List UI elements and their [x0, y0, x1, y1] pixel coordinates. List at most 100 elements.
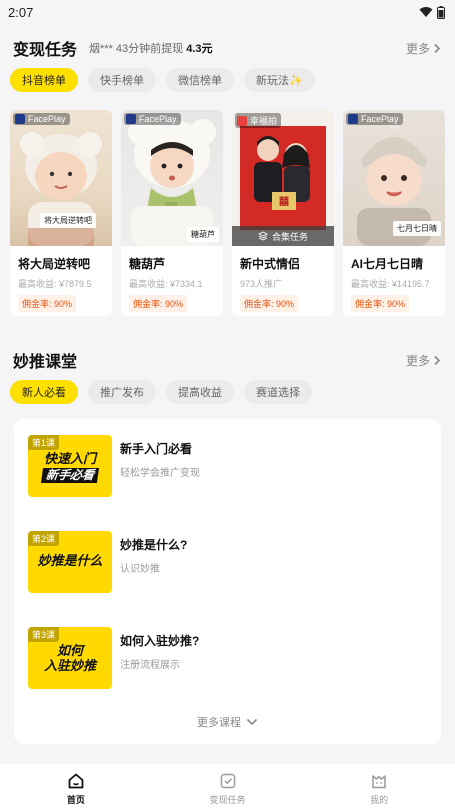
brand-badge: FacePlay	[346, 113, 403, 125]
lesson-thumbnail: 第3课 如何 入驻妙推	[28, 627, 112, 689]
nav-tasks[interactable]: 变现任务	[152, 764, 304, 810]
card-title: 糖葫芦	[129, 257, 166, 271]
lesson-title: 新手入门必看	[120, 442, 193, 456]
wifi-icon	[419, 7, 433, 17]
brand-label: FacePlay	[361, 114, 399, 124]
chevron-down-icon	[246, 718, 258, 726]
tasks-more-label: 更多	[405, 41, 430, 56]
tab-wechat[interactable]: 微信榜单	[166, 68, 234, 92]
collection-task-bar: 合集任务	[232, 226, 334, 246]
card-image: 囍 幸福拍 合集任务	[232, 110, 334, 246]
lesson-item[interactable]: 第2课 妙推是什么 妙推是什么? 认识妙推	[14, 531, 441, 627]
tab-newcomer[interactable]: 新人必看	[10, 380, 78, 404]
card-image: FacePlay 糖葫芦	[121, 110, 223, 246]
brand-label: FacePlay	[28, 114, 66, 124]
lesson-title: 妙推是什么?	[120, 538, 188, 552]
nav-home[interactable]: 首页	[0, 764, 152, 810]
status-bar: 2:07	[0, 0, 455, 24]
svg-text:囍: 囍	[279, 195, 289, 208]
thumbnail-main: 如何	[56, 643, 83, 658]
card-max-earnings: 最高收益: ¥7334.1	[129, 279, 203, 289]
baby-illustration	[128, 119, 216, 246]
thumbnail-text: 如何 入驻妙推	[28, 643, 112, 673]
nav-profile-label: 我的	[370, 795, 389, 805]
image-caption: 七月七日晴	[393, 221, 441, 236]
classroom-header: 妙推课堂 更多	[0, 350, 455, 371]
classroom-more-link[interactable]: 更多	[406, 352, 441, 369]
thumbnail-main: 快速入门	[43, 451, 96, 466]
tasks-title: 变现任务	[13, 42, 78, 59]
thumbnail-main: 妙推是什么	[37, 553, 103, 568]
thumbnail-text: 快速入门 新手必看	[28, 451, 112, 483]
battery-icon	[437, 5, 445, 19]
tab-publish[interactable]: 推广发布	[88, 380, 156, 404]
tasks-more-link[interactable]: 更多	[406, 40, 441, 57]
image-caption: 将大局逆转吧	[40, 213, 96, 228]
home-icon	[68, 773, 84, 789]
task-card[interactable]: FacePlay 七月七日晴 AI七月七日晴 最高收益: ¥14195.7 佣金…	[343, 110, 445, 316]
lesson-title: 如何入驻妙推?	[120, 634, 200, 648]
lesson-thumbnail: 第2课 妙推是什么	[28, 531, 112, 593]
task-card[interactable]: 囍 幸福拍 合集任务 新中式情侣 973人推广 佣金率: 90%	[232, 110, 334, 316]
nav-profile[interactable]: 我的	[303, 764, 455, 810]
bottom-nav: 首页 变现任务 我的	[0, 764, 455, 810]
lesson-thumbnail: 第1课 快速入门 新手必看	[28, 435, 112, 497]
lesson-item[interactable]: 第3课 如何 入驻妙推 如何入驻妙推? 注册流程展示	[14, 627, 441, 723]
chevron-right-icon	[434, 43, 441, 53]
brand-badge: FacePlay	[124, 113, 181, 125]
card-image: FacePlay 七月七日晴	[343, 110, 445, 246]
status-time: 2:07	[8, 4, 34, 20]
withdraw-amount: 4.3元	[186, 43, 213, 55]
lesson-desc: 注册流程展示	[120, 660, 180, 671]
brand-label: 幸福拍	[250, 116, 278, 126]
more-courses-button[interactable]: 更多课程	[14, 714, 441, 730]
lesson-number: 第2课	[28, 531, 60, 546]
nav-home-label: 首页	[66, 795, 85, 805]
lesson-item[interactable]: 第1课 快速入门 新手必看 新手入门必看 轻松学会推广变现	[14, 435, 441, 531]
more-courses-label: 更多课程	[197, 717, 241, 729]
faceplay-logo-icon	[15, 114, 25, 124]
image-caption: 糖葫芦	[187, 227, 219, 242]
card-title: 新中式情侣	[240, 257, 301, 271]
tab-track[interactable]: 赛道选择	[244, 380, 312, 404]
layers-icon	[257, 231, 268, 241]
nav-tasks-label: 变现任务	[209, 795, 246, 805]
brand-label: FacePlay	[139, 114, 177, 124]
classroom-more-label: 更多	[405, 353, 430, 368]
thumbnail-sub: 入驻妙推	[43, 658, 96, 673]
tab-earnings[interactable]: 提高收益	[166, 380, 234, 404]
thumbnail-sub: 新手必看	[40, 468, 100, 483]
withdraw-note: 烟*** 43分钟前提现 4.3元	[89, 40, 213, 56]
commission-badge: 佣金率: 90%	[129, 295, 188, 312]
classroom-title: 妙推课堂	[13, 354, 78, 371]
commission-badge: 佣金率: 90%	[18, 295, 77, 312]
task-card[interactable]: FacePlay 糖葫芦 糖葫芦 最高收益: ¥7334.1 佣金率: 90%	[121, 110, 223, 316]
commission-badge: 佣金率: 90%	[351, 295, 410, 312]
withdraw-note-text: 烟*** 43分钟前提现	[89, 43, 184, 55]
task-card[interactable]: FacePlay 将大局逆转吧 将大局逆转吧 最高收益: ¥7879.5 佣金率…	[10, 110, 112, 316]
tab-new-play[interactable]: 新玩法✨	[244, 68, 315, 92]
lesson-number: 第1课	[28, 435, 60, 450]
collection-task-label: 合集任务	[271, 231, 308, 242]
tab-douyin[interactable]: 抖音榜单	[10, 68, 78, 92]
card-max-earnings: 最高收益: ¥7879.5	[18, 279, 92, 289]
chevron-right-icon	[434, 355, 441, 365]
card-image: FacePlay 将大局逆转吧	[10, 110, 112, 246]
lesson-number: 第3课	[28, 627, 60, 642]
thumbnail-text: 妙推是什么	[28, 553, 112, 568]
faceplay-logo-icon	[348, 114, 358, 124]
task-cards: FacePlay 将大局逆转吧 将大局逆转吧 最高收益: ¥7879.5 佣金率…	[0, 110, 455, 316]
lesson-list: 第1课 快速入门 新手必看 新手入门必看 轻松学会推广变现 第2课 妙推是什么 …	[14, 419, 441, 744]
lesson-desc: 轻松学会推广变现	[120, 468, 200, 479]
status-icons	[419, 5, 445, 19]
classroom-tabs: 新人必看 推广发布 提高收益 赛道选择	[0, 380, 455, 404]
tab-kuaishou[interactable]: 快手榜单	[88, 68, 156, 92]
card-title: AI七月七日晴	[351, 257, 424, 271]
xingfupai-logo-icon	[237, 115, 247, 126]
profile-icon	[372, 775, 386, 789]
commission-badge: 佣金率: 90%	[240, 295, 299, 312]
card-promoters: 973人推广	[240, 279, 283, 289]
lesson-desc: 认识妙推	[120, 564, 160, 575]
card-max-earnings: 最高收益: ¥14195.7	[351, 279, 430, 289]
tasks-tabs: 抖音榜单 快手榜单 微信榜单 新玩法✨	[0, 68, 455, 92]
